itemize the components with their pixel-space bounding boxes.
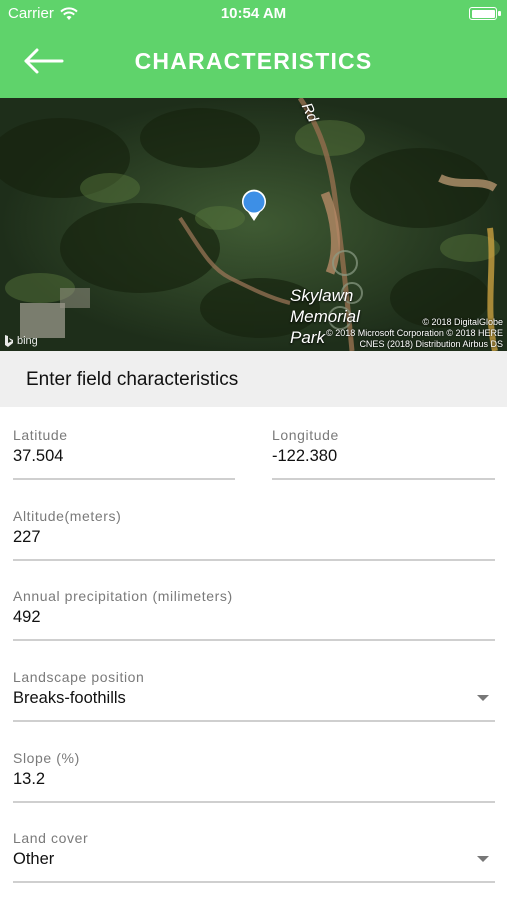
nav-bar: Carrier 10:54 AM CHARACTERISTICS <box>0 0 507 98</box>
field-underline <box>13 639 495 641</box>
altitude-value[interactable]: 227 <box>13 528 41 547</box>
bing-icon <box>5 335 13 347</box>
bing-logo: bing <box>4 335 38 347</box>
page-title: CHARACTERISTICS <box>134 48 373 74</box>
slope-label: Slope (%) <box>13 750 80 766</box>
longitude-value[interactable]: -122.380 <box>272 447 337 466</box>
location-pin-icon[interactable] <box>240 188 268 222</box>
altitude-label: Altitude(meters) <box>13 508 122 524</box>
copyright-line: © 2018 Microsoft Corporation © 2018 HERE <box>326 328 503 338</box>
bing-label: bing <box>17 335 38 347</box>
precipitation-label: Annual precipitation (milimeters) <box>13 588 233 604</box>
field-underline <box>13 478 235 480</box>
copyright-line: CNES (2018) Distribution Airbus DS <box>359 339 503 349</box>
field-underline <box>13 720 495 722</box>
latitude-value[interactable]: 37.504 <box>13 447 63 466</box>
field-underline <box>272 478 495 480</box>
battery-icon <box>469 7 501 20</box>
field-underline <box>13 881 495 883</box>
place-label-line: Skylawn <box>290 286 354 305</box>
landscape-position-select[interactable]: Landscape position Breaks-foothills <box>13 669 495 729</box>
landscape-value[interactable]: Breaks-foothills <box>13 689 126 708</box>
land-cover-select[interactable]: Land cover Other <box>13 830 495 890</box>
slope-value[interactable]: 13.2 <box>13 770 45 789</box>
field-underline <box>13 801 495 803</box>
slope-field[interactable]: Slope (%) 13.2 <box>13 750 495 810</box>
copyright-line: © 2018 DigitalGlobe <box>422 317 503 327</box>
status-bar: Carrier 10:54 AM <box>0 0 507 28</box>
longitude-field[interactable]: Longitude -122.380 <box>272 427 495 487</box>
status-time: 10:54 AM <box>220 5 287 22</box>
longitude-label: Longitude <box>272 427 339 443</box>
section-header: Enter field characteristics <box>0 351 507 407</box>
landscape-label: Landscape position <box>13 669 145 685</box>
latitude-field[interactable]: Latitude 37.504 <box>13 427 235 487</box>
land-cover-value[interactable]: Other <box>13 850 54 869</box>
satellite-imagery <box>0 98 507 351</box>
section-title: Enter field characteristics <box>26 369 239 390</box>
precipitation-field[interactable]: Annual precipitation (milimeters) 492 <box>13 588 495 648</box>
land-cover-label: Land cover <box>13 830 89 846</box>
dropdown-arrow-icon[interactable] <box>477 695 489 701</box>
altitude-field[interactable]: Altitude(meters) 227 <box>13 508 495 568</box>
dropdown-arrow-icon[interactable] <box>477 856 489 862</box>
field-underline <box>13 559 495 561</box>
precipitation-value[interactable]: 492 <box>13 608 41 627</box>
battery-level <box>471 9 495 18</box>
map-copyright: © 2018 DigitalGlobe © 2018 Microsoft Cor… <box>326 317 503 350</box>
map-view[interactable]: Rd Skylawn Memorial Park © 2018 DigitalG… <box>0 98 507 351</box>
latitude-label: Latitude <box>13 427 68 443</box>
